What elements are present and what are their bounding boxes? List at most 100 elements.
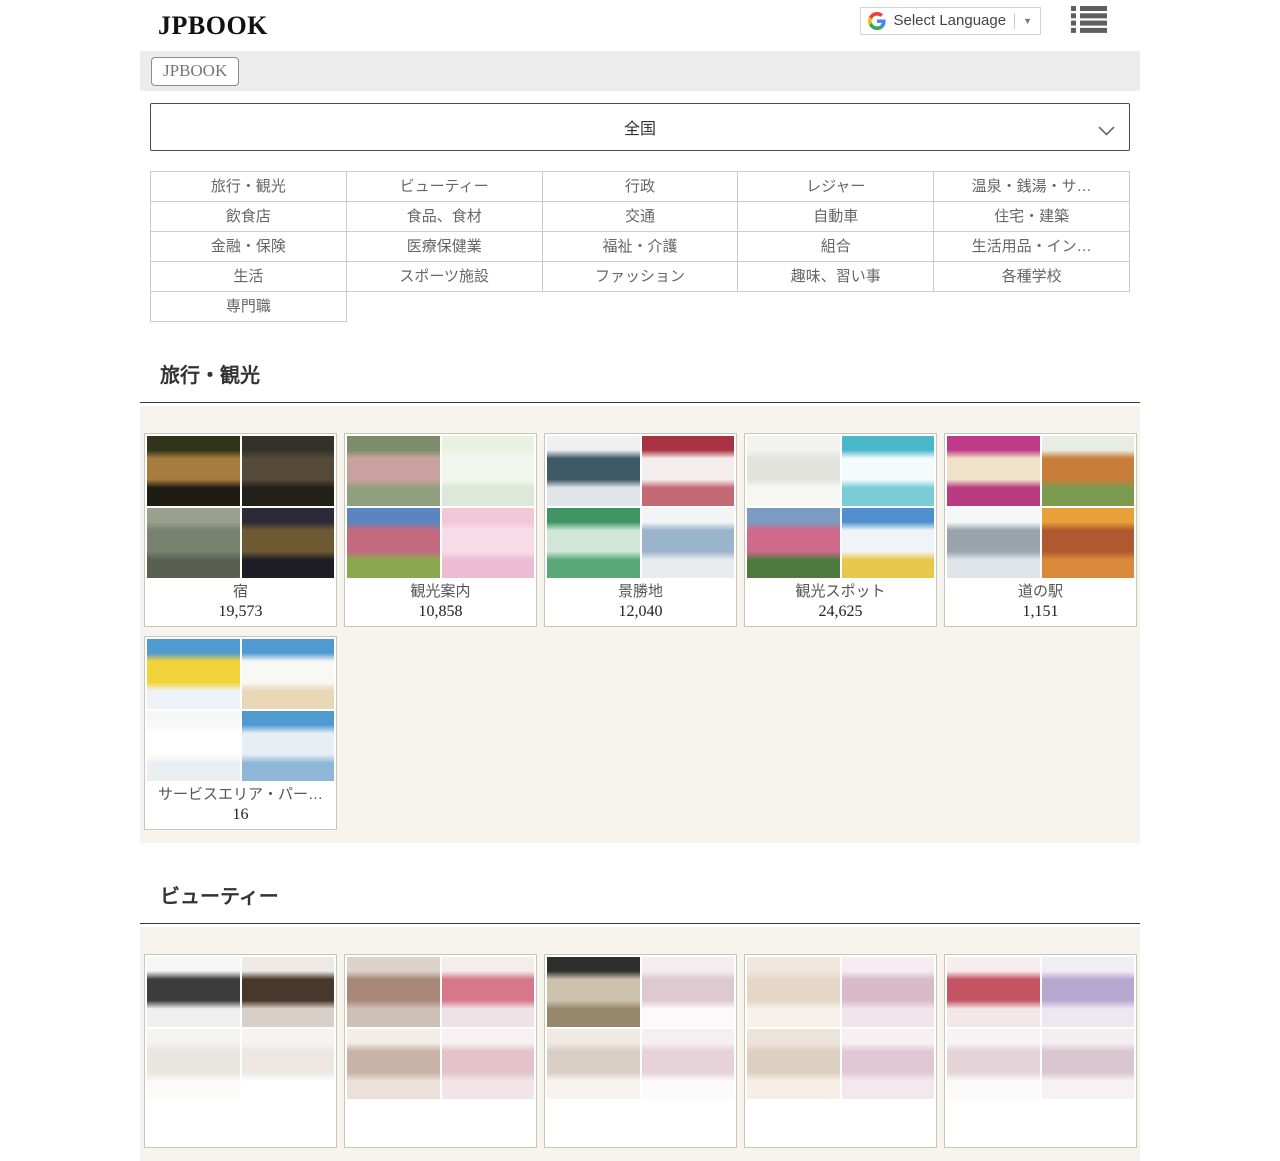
category-card[interactable] xyxy=(544,954,737,1148)
site-thumbnail-image xyxy=(1042,1029,1135,1099)
category-link[interactable]: 組合 xyxy=(738,232,934,262)
list-menu-icon[interactable] xyxy=(1071,6,1107,33)
category-link[interactable]: ファッション xyxy=(543,262,739,292)
card-count: 12,040 xyxy=(547,601,734,622)
site-thumbnail-image xyxy=(842,1029,935,1099)
site-thumbnail-image xyxy=(242,508,335,578)
site-thumbnail-image xyxy=(747,436,840,506)
site-thumbnail-image xyxy=(147,711,240,781)
site-thumbnail-image xyxy=(947,957,1040,1027)
site-thumbnail-image xyxy=(1042,508,1135,578)
category-link[interactable]: スポーツ施設 xyxy=(347,262,543,292)
category-card[interactable]: 景勝地12,040 xyxy=(544,433,737,627)
card-label xyxy=(347,1103,534,1122)
category-link[interactable]: 生活用品・イン… xyxy=(934,232,1130,262)
site-thumbnail-image xyxy=(147,436,240,506)
site-thumbnail-image xyxy=(442,508,535,578)
caret-down-icon: ▼ xyxy=(1023,16,1032,26)
category-link[interactable]: 旅行・観光 xyxy=(151,172,347,202)
category-link[interactable]: 生活 xyxy=(151,262,347,292)
thumbnail-collage xyxy=(547,436,734,578)
card-label: 観光スポット xyxy=(747,582,934,601)
header-right: Select Language ▼ xyxy=(860,17,1107,35)
site-thumbnail-image xyxy=(747,957,840,1027)
category-card[interactable]: 観光スポット24,625 xyxy=(744,433,937,627)
site-thumbnail-image xyxy=(747,508,840,578)
site-thumbnail-image xyxy=(947,1029,1040,1099)
category-link[interactable]: 食品、食材 xyxy=(347,202,543,232)
site-thumbnail-image xyxy=(347,957,440,1027)
card-count xyxy=(947,1122,1134,1143)
thumbnail-collage xyxy=(147,639,334,781)
category-link[interactable]: 交通 xyxy=(543,202,739,232)
card-count xyxy=(747,1122,934,1143)
category-link[interactable]: 飲食店 xyxy=(151,202,347,232)
category-card[interactable] xyxy=(944,954,1137,1148)
thumbnail-collage xyxy=(747,436,934,578)
category-link[interactable]: 専門職 xyxy=(151,292,347,322)
card-label: サービスエリア・パー… xyxy=(147,785,334,804)
region-select[interactable]: 全国 xyxy=(150,103,1130,151)
site-thumbnail-image xyxy=(642,957,735,1027)
region-select-value: 全国 xyxy=(624,115,656,139)
site-thumbnail-image xyxy=(642,436,735,506)
google-g-icon xyxy=(868,12,886,30)
card-label: 景勝地 xyxy=(547,582,734,601)
card-count: 24,625 xyxy=(747,601,934,622)
site-thumbnail-image xyxy=(147,1029,240,1099)
card-count: 19,573 xyxy=(147,601,334,622)
site-thumbnail-image xyxy=(242,436,335,506)
card-label: 道の駅 xyxy=(947,582,1134,601)
site-thumbnail-image xyxy=(347,436,440,506)
thumbnail-collage xyxy=(547,957,734,1099)
category-card[interactable]: 観光案内10,858 xyxy=(344,433,537,627)
card-list: 宿19,573観光案内10,858景勝地12,040観光スポット24,625道の… xyxy=(144,433,1140,830)
language-selector-label: Select Language xyxy=(893,12,1006,29)
site-thumbnail-image xyxy=(442,436,535,506)
category-link[interactable]: 各種学校 xyxy=(934,262,1130,292)
category-link[interactable]: 温泉・銭湯・サ… xyxy=(934,172,1130,202)
section-panel xyxy=(140,927,1140,1161)
category-card[interactable]: 道の駅1,151 xyxy=(944,433,1137,627)
card-count xyxy=(547,1122,734,1143)
section-title: ビューティー xyxy=(160,880,1140,909)
site-thumbnail-image xyxy=(947,436,1040,506)
site-thumbnail-image xyxy=(147,508,240,578)
card-count xyxy=(147,1122,334,1143)
card-label xyxy=(747,1103,934,1122)
category-link[interactable]: 行政 xyxy=(543,172,739,202)
category-link[interactable]: 金融・保険 xyxy=(151,232,347,262)
card-label: 宿 xyxy=(147,582,334,601)
category-link[interactable]: 趣味、習い事 xyxy=(738,262,934,292)
site-thumbnail-image xyxy=(347,1029,440,1099)
category-link[interactable]: 福祉・介護 xyxy=(543,232,739,262)
site-thumbnail-image xyxy=(842,957,935,1027)
category-card[interactable]: 宿19,573 xyxy=(144,433,337,627)
category-grid: 旅行・観光ビューティー行政レジャー温泉・銭湯・サ… 飲食店食品、食材交通自動車住宅… xyxy=(150,171,1130,322)
card-count: 16 xyxy=(147,804,334,825)
site-thumbnail-image xyxy=(442,957,535,1027)
breadcrumb-home-link[interactable]: JPBOOK xyxy=(151,57,239,86)
category-card[interactable] xyxy=(744,954,937,1148)
category-card[interactable]: サービスエリア・パー…16 xyxy=(144,636,337,830)
site-thumbnail-image xyxy=(1042,957,1135,1027)
category-card[interactable] xyxy=(344,954,537,1148)
site-thumbnail-image xyxy=(842,508,935,578)
site-thumbnail-image xyxy=(242,957,335,1027)
card-count: 10,858 xyxy=(347,601,534,622)
category-card[interactable] xyxy=(144,954,337,1148)
card-label xyxy=(947,1103,1134,1122)
language-selector[interactable]: Select Language ▼ xyxy=(860,7,1041,35)
card-label xyxy=(547,1103,734,1122)
category-link[interactable]: 医療保健業 xyxy=(347,232,543,262)
section-title: 旅行・観光 xyxy=(160,359,1140,388)
site-thumbnail-image xyxy=(147,957,240,1027)
category-link[interactable]: レジャー xyxy=(738,172,934,202)
site-title: JPBOOK xyxy=(158,11,268,41)
category-link[interactable]: ビューティー xyxy=(347,172,543,202)
chevron-down-icon xyxy=(1098,123,1115,141)
category-link[interactable]: 自動車 xyxy=(738,202,934,232)
category-link[interactable]: 住宅・建築 xyxy=(934,202,1130,232)
site-thumbnail-image xyxy=(642,1029,735,1099)
thumbnail-collage xyxy=(947,436,1134,578)
